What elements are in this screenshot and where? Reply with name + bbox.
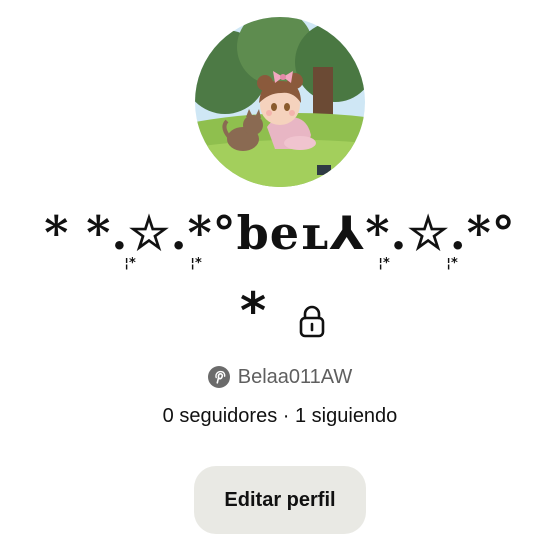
name-sparkle: ¦* <box>378 256 390 271</box>
follow-counts: 0 seguidores · 1 siguiendo <box>0 402 560 430</box>
count-separator: · <box>282 405 290 427</box>
profile-handle: Belaa011AW <box>237 365 353 388</box>
name-sparkle: ¦* <box>124 256 136 271</box>
profile-name-line2: * <box>240 282 267 340</box>
profile-name-line1: * *.☆.*°bеʟ⅄*.☆.*° <box>44 206 516 260</box>
profile-handle-row: Belaa011AW <box>0 362 560 392</box>
following-count[interactable]: 1 siguiendo <box>295 405 397 427</box>
name-sparkle: ¦* <box>446 256 458 271</box>
pinterest-icon <box>207 366 230 388</box>
followers-count[interactable]: 0 seguidores <box>163 405 278 427</box>
lock-icon <box>299 305 325 338</box>
edit-profile-button[interactable]: Editar perfil <box>194 466 366 534</box>
name-sparkle: ¦* <box>190 256 202 271</box>
avatar-illustration <box>195 17 365 187</box>
profile-avatar[interactable] <box>195 17 365 187</box>
